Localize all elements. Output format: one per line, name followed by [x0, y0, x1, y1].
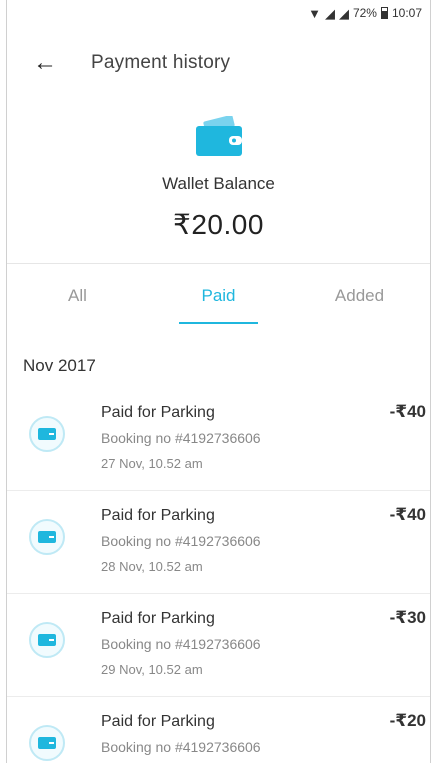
- payment-card-icon: [29, 725, 65, 761]
- app-frame: ▼ ◢ ◢ 72% 10:07 ← Payment history Wallet…: [6, 0, 431, 763]
- battery-icon: [380, 7, 388, 19]
- transaction-amount: -₹40: [389, 402, 426, 421]
- tab-all[interactable]: All: [7, 264, 148, 328]
- transaction-booking: Booking no #4192736606: [101, 533, 261, 549]
- transaction-amount: -₹30: [389, 608, 426, 627]
- clock: 10:07: [391, 6, 422, 20]
- transaction-row[interactable]: Paid for Parking Booking no #4192736606 …: [7, 594, 430, 697]
- tab-paid[interactable]: Paid: [148, 264, 289, 328]
- wallet-balance-label: Wallet Balance: [162, 174, 275, 193]
- transaction-title: Paid for Parking: [101, 404, 215, 421]
- wallet-summary: Wallet Balance ₹20.00: [7, 100, 430, 241]
- transaction-date: 28 Nov, 10.52 am: [101, 559, 203, 574]
- transaction-booking: Booking no #4192736606: [101, 636, 261, 652]
- battery-percent: 72%: [352, 6, 377, 20]
- tab-added[interactable]: Added: [289, 264, 430, 328]
- transaction-title: Paid for Parking: [101, 713, 215, 730]
- transaction-title: Paid for Parking: [101, 507, 215, 524]
- transaction-row[interactable]: Paid for Parking Booking no #4192736606 …: [7, 388, 430, 491]
- transaction-amount: -₹20: [389, 711, 426, 730]
- transaction-title: Paid for Parking: [101, 610, 215, 627]
- app-header: ← Payment history: [7, 26, 430, 100]
- transaction-booking: Booking no #4192736606: [101, 739, 261, 755]
- transaction-booking: Booking no #4192736606: [101, 430, 261, 446]
- wallet-balance-amount: ₹20.00: [173, 209, 264, 240]
- transaction-date: 29 Nov, 10.52 am: [101, 662, 203, 677]
- month-heading: Nov 2017: [23, 356, 96, 375]
- page-title: Payment history: [91, 52, 231, 73]
- payment-card-icon: [29, 622, 65, 658]
- transaction-row[interactable]: Paid for Parking Booking no #4192736606 …: [7, 491, 430, 594]
- payment-card-icon: [29, 519, 65, 555]
- transaction-row[interactable]: Paid for Parking Booking no #4192736606 …: [7, 697, 430, 763]
- transaction-list: Paid for Parking Booking no #4192736606 …: [7, 388, 430, 763]
- payment-card-icon: [29, 416, 65, 452]
- back-arrow-icon[interactable]: ←: [33, 51, 65, 75]
- signal-icon: ◢: [324, 5, 335, 21]
- signal-icon-2: ◢: [338, 5, 349, 21]
- status-bar: ▼ ◢ ◢ 72% 10:07: [7, 0, 430, 26]
- wallet-icon: [195, 116, 242, 156]
- wifi-icon: ▼: [308, 5, 321, 21]
- transaction-date: 27 Nov, 10.52 am: [101, 456, 203, 471]
- filter-tabs: All Paid Added: [7, 264, 430, 328]
- transaction-amount: -₹40: [389, 505, 426, 524]
